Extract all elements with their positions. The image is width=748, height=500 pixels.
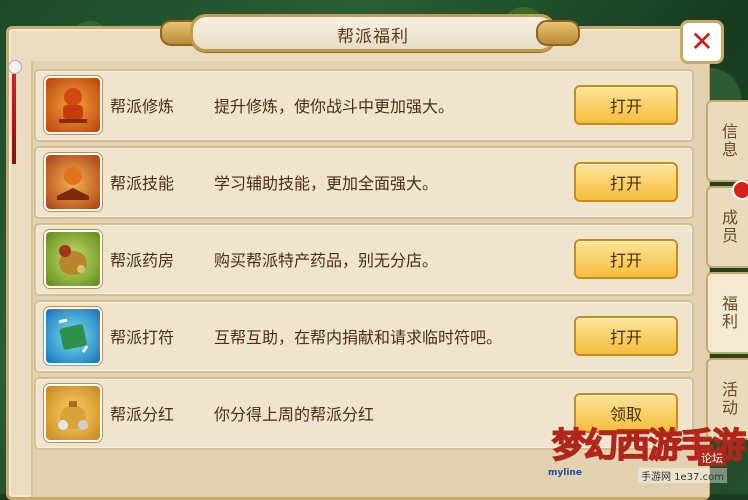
watermark-url: 手游网 1e37.com — [638, 468, 727, 483]
tassel-ornament-icon — [8, 60, 22, 170]
tab-info-label: 信息 — [719, 123, 738, 159]
tab-members-label: 成员 — [719, 209, 738, 245]
welfare-row-cultivation: 帮派修炼 提升修炼，使你战斗中更加强大。 打开 — [34, 69, 694, 142]
open-skill-button[interactable]: 打开 — [574, 162, 678, 202]
row-description: 购买帮派特产药品，别无分店。 — [214, 251, 439, 270]
open-pharmacy-button[interactable]: 打开 — [574, 239, 678, 279]
watermark-forum: 论坛 — [698, 450, 726, 466]
welfare-row-talisman: 帮派打符 互帮互助，在帮内捐献和请求临时符吧。 打开 — [34, 300, 694, 373]
tab-welfare-label: 福利 — [719, 295, 738, 331]
row-description: 学习辅助技能，更加全面强大。 — [214, 174, 439, 193]
row-name: 帮派分红 — [110, 405, 175, 424]
row-name: 帮派打符 — [110, 328, 175, 347]
welfare-row-pharmacy: 帮派药房 购买帮派特产药品，别无分店。 打开 — [34, 223, 694, 296]
pharmacy-icon — [44, 230, 102, 288]
row-name: 帮派技能 — [110, 174, 175, 193]
welfare-row-skill: 帮派技能 学习辅助技能，更加全面强大。 打开 — [34, 146, 694, 219]
close-button[interactable]: ✕ — [680, 20, 724, 64]
tab-info[interactable]: 信息 — [706, 100, 748, 182]
dividend-icon — [44, 384, 102, 442]
title-bar: 帮派福利 — [190, 14, 556, 52]
watermark-tag: myline — [548, 468, 582, 478]
open-cultivation-button[interactable]: 打开 — [574, 85, 678, 125]
row-description: 你分得上周的帮派分红 — [214, 405, 375, 424]
cultivation-icon — [44, 76, 102, 134]
row-description: 提升修炼，使你战斗中更加强大。 — [214, 97, 455, 116]
skill-icon — [44, 153, 102, 211]
row-description: 互帮互助，在帮内捐献和请求临时符吧。 — [214, 328, 503, 347]
notification-dot-icon — [732, 180, 748, 200]
row-name: 帮派药房 — [110, 251, 175, 270]
site-watermark-logo: 梦幻西游手游 myline 手游网 1e37.com 论坛 — [548, 412, 748, 494]
window-title: 帮派福利 — [337, 27, 409, 47]
open-talisman-button[interactable]: 打开 — [574, 316, 678, 356]
row-name: 帮派修炼 — [110, 97, 175, 116]
close-icon: ✕ — [690, 25, 714, 58]
talisman-icon — [44, 307, 102, 365]
tab-welfare[interactable]: 福利 — [706, 272, 748, 354]
scroll-ornament-right — [536, 20, 580, 46]
title-plaque: 帮派福利 — [160, 10, 580, 52]
